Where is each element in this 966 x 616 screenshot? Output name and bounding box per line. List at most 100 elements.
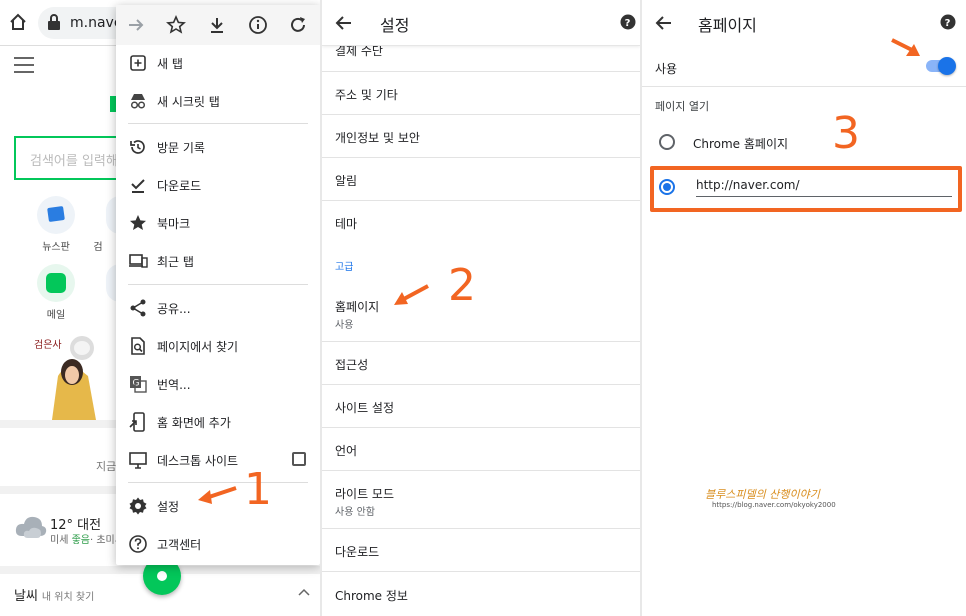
help-icon[interactable]: ? [940,14,956,30]
menu-item-recent-tabs[interactable]: 최근 탭 [116,242,320,280]
info-icon[interactable] [248,15,268,35]
cloud-icon [15,516,47,538]
quick-link-label: 메일 [46,310,66,321]
watermark-title: 블루스피델의 산행이야기 [705,488,820,501]
download-icon[interactable] [207,15,227,35]
radio-chrome-homepage[interactable] [659,134,675,150]
settings-row-lite-mode[interactable]: 라이트 모드 사용 안함 [322,471,640,529]
settings-row-theme[interactable]: 테마 [322,201,640,244]
menu-toolbar [116,5,320,45]
menu-item-label: 페이지에서 찾기 [157,340,239,354]
homepage-toggle-knob[interactable] [938,57,956,75]
menu-item-help[interactable]: 고객센터 [116,525,320,563]
homepage-panel: 홈페이지 ? 사용 페이지 열기 Chrome 홈페이지 3 http://na… [642,0,966,616]
reload-icon[interactable] [288,15,308,35]
menu-item-history[interactable]: 방문 기록 [116,128,320,166]
menu-item-desktop-site[interactable]: 데스크톱 사이트 [116,441,320,479]
menu-item-label: 공유... [157,302,191,316]
help-icon[interactable]: ? [620,14,636,30]
new-tab-icon [130,55,146,71]
settings-icon [129,497,147,515]
screenshot-root: m.naver 검색어를 입력해 뉴스판 검 메일 검은사 지금 12° 대전 … [0,0,966,616]
menu-item-label: 데스크톱 사이트 [157,454,239,468]
weather-section-title: 날씨 내 위치 찾기 [14,585,94,604]
menu-item-label: 고객센터 [157,538,202,552]
settings-row-payment[interactable]: 결제 수단 [322,44,640,72]
game-ad-image[interactable]: 검은사 [30,328,120,420]
browser-panel: m.naver 검색어를 입력해 뉴스판 검 메일 검은사 지금 12° 대전 … [0,0,320,616]
menu-item-share[interactable]: 공유... [116,289,320,327]
menu-item-add-to-home[interactable]: 홈 화면에 추가 [116,403,320,441]
history-icon [130,140,145,154]
svg-text:?: ? [625,18,631,29]
settings-row-privacy[interactable]: 개인정보 및 보안 [322,115,640,158]
menu-item-new-tab[interactable]: 새 탭 [116,44,320,82]
settings-row-homepage[interactable]: 홈페이지 사용 [322,284,640,342]
menu-item-label: 설정 [157,500,180,514]
settings-row-languages[interactable]: 언어 [322,428,640,471]
dust-info: 미세 좋음· 초미시 [50,531,124,546]
find-in-page-icon [131,337,145,355]
menu-item-incognito[interactable]: 새 시크릿 탭 [116,82,320,120]
bookmark-star-icon[interactable] [166,15,186,35]
mail-icon[interactable] [37,264,75,302]
recent-tabs-icon [129,254,148,268]
settings-row-title: 다운로드 [335,545,380,559]
hamburger-icon[interactable] [14,57,34,73]
menu-item-translate[interactable]: G 번역... [116,365,320,403]
dust-status: 좋음 [71,535,90,546]
lock-icon [48,14,60,30]
settings-row-site-settings[interactable]: 사이트 설정 [322,385,640,428]
incognito-icon [130,94,146,109]
now-text: 지금 [96,460,117,473]
menu-item-label: 새 탭 [157,57,183,71]
watermark-url: https://blog.naver.com/okyoky2000 [712,501,836,509]
menu-item-label: 다운로드 [157,179,202,193]
step-number-2: 2 [448,260,476,311]
settings-row-title: 접근성 [335,358,369,372]
home-icon[interactable] [8,12,28,32]
step-number-1: 1 [244,464,272,515]
homepage-title: 홈페이지 [698,16,757,35]
dust-prefix: 미세 [50,535,69,546]
annotation-arrow-toggle [891,38,920,56]
settings-row-subtitle: 사용 [335,320,354,331]
menu-item-downloads[interactable]: 다운로드 [116,166,320,204]
bookmarks-icon [130,215,146,230]
settings-row-downloads[interactable]: 다운로드 [322,529,640,572]
menu-item-label: 방문 기록 [157,141,205,155]
svg-text:G: G [133,379,140,389]
open-page-label: 페이지 열기 [655,100,710,113]
settings-row-subtitle: 사용 안함 [335,507,375,518]
settings-row-title: Chrome 정보 [335,589,408,603]
divider [642,86,966,87]
settings-row-notifications[interactable]: 알림 [322,158,640,201]
settings-row-addresses[interactable]: 주소 및 기타 [322,72,640,115]
settings-row-title: 테마 [335,217,358,231]
settings-row-title: 주소 및 기타 [335,88,398,102]
quick-link-label: 뉴스판 [42,242,70,253]
desktop-site-checkbox[interactable] [292,452,306,466]
settings-row-title: 라이트 모드 [335,487,395,501]
settings-row-title: 언어 [335,444,358,458]
add-to-home-icon [129,412,145,432]
forward-icon[interactable] [126,15,146,35]
section-header-advanced: 고급 [335,262,354,273]
settings-row-accessibility[interactable]: 접근성 [322,342,640,385]
find-location-link[interactable]: 내 위치 찾기 [42,592,94,603]
menu-divider [128,284,308,285]
svg-text:검은사: 검은사 [34,339,62,351]
homepage-toggle-label: 사용 [655,62,678,76]
share-icon [130,299,146,317]
back-arrow-icon[interactable] [334,13,354,33]
menu-item-find-in-page[interactable]: 페이지에서 찾기 [116,327,320,365]
back-arrow-icon[interactable] [654,13,674,33]
desktop-site-icon [129,452,147,469]
menu-item-bookmarks[interactable]: 북마크 [116,204,320,242]
settings-row-about-chrome[interactable]: Chrome 정보 [322,572,640,616]
step-number-3: 3 [832,108,860,159]
weather-title: 날씨 [14,589,38,604]
news-icon[interactable] [37,196,75,234]
search-placeholder: 검색어를 입력해 [30,154,118,169]
chevron-up-icon[interactable] [298,588,310,596]
